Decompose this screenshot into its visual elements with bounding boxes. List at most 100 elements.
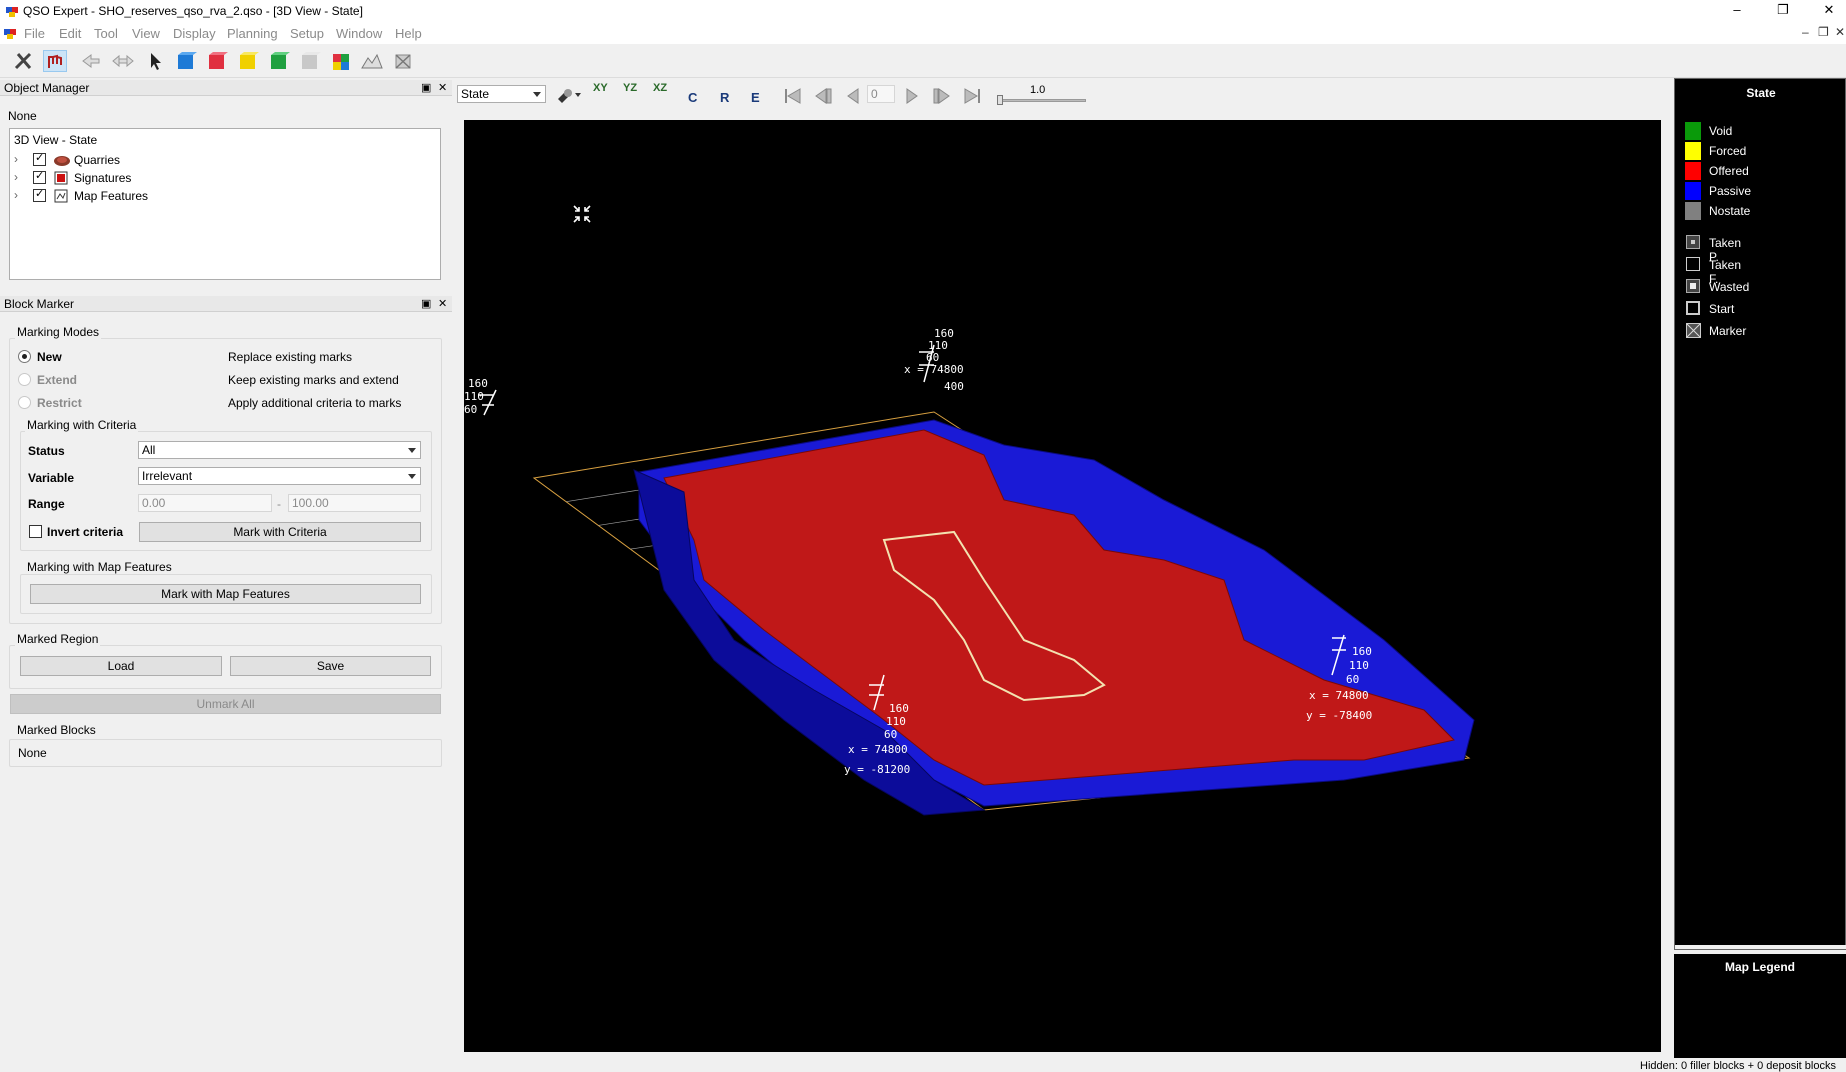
last-frame-icon[interactable] — [961, 86, 983, 109]
variable-label: Variable — [28, 471, 75, 485]
mdi-restore-button[interactable]: ❐ — [1818, 25, 1829, 39]
right-axis-label-y: y = -78400 — [1306, 709, 1372, 722]
view-e-button[interactable]: E — [751, 90, 760, 105]
red-block-icon[interactable] — [205, 50, 229, 72]
start-icon — [1686, 301, 1700, 315]
tree-root-label: 3D View - State — [14, 133, 98, 147]
close-icon[interactable]: ✕ — [438, 296, 447, 312]
view-xy-button[interactable]: XY — [593, 82, 608, 94]
frame-spinbox[interactable]: 0 — [867, 85, 895, 103]
multicolor-block-icon[interactable] — [329, 50, 353, 72]
menu-edit[interactable]: Edit — [59, 26, 81, 41]
tools-icon[interactable] — [12, 50, 36, 72]
mode-extend-radio[interactable] — [18, 373, 31, 386]
map-features-checkbox[interactable] — [33, 187, 46, 202]
flashlight-icon[interactable] — [554, 85, 582, 108]
signatures-checkbox[interactable] — [33, 169, 46, 184]
view-c-button[interactable]: C — [688, 90, 697, 105]
next-frame-icon[interactable] — [901, 86, 923, 109]
minimize-button[interactable]: – — [1714, 0, 1760, 22]
mark-with-criteria-button[interactable]: Mark with Criteria — [139, 522, 421, 542]
mode-new-label[interactable]: New — [37, 350, 62, 364]
main-toolbar — [0, 44, 1846, 78]
mode-restrict-description: Apply additional criteria to marks — [228, 396, 402, 410]
frame-value: 0 — [871, 87, 878, 101]
view-xz-button[interactable]: XZ — [653, 82, 667, 94]
mdi-minimize-button[interactable]: – — [1802, 25, 1809, 39]
document-icon[interactable] — [3, 26, 17, 40]
top-axis-label-400: 400 — [944, 380, 964, 393]
menu-file[interactable]: File — [24, 26, 45, 41]
load-button[interactable]: Load — [20, 656, 222, 676]
tree-item-quarries[interactable]: › Quarries — [10, 151, 440, 169]
tree-item-signatures[interactable]: › Signatures — [10, 169, 440, 187]
range-min-input[interactable]: 0.00 — [138, 494, 272, 512]
quarries-checkbox[interactable] — [33, 151, 46, 166]
mark-with-map-features-button[interactable]: Mark with Map Features — [30, 584, 421, 604]
menu-planning[interactable]: Planning — [227, 26, 278, 41]
view-yz-button[interactable]: YZ — [623, 82, 637, 94]
scale-slider[interactable] — [998, 99, 1086, 102]
blue-block-icon[interactable] — [174, 50, 198, 72]
move-both-icon[interactable] — [111, 50, 135, 72]
invert-criteria-label[interactable]: Invert criteria — [47, 525, 123, 539]
menu-setup[interactable]: Setup — [290, 26, 324, 41]
disabled-block-icon[interactable] — [391, 50, 415, 72]
view-r-button[interactable]: R — [720, 90, 729, 105]
expand-chevron-icon[interactable]: › — [14, 188, 18, 202]
mode-new-radio[interactable] — [18, 350, 31, 363]
unmark-all-button[interactable]: Unmark All — [10, 694, 441, 714]
view-toolbar: State XY YZ XZ C R E 0 1.0 — [455, 82, 1105, 110]
close-icon[interactable]: ✕ — [438, 80, 447, 96]
float-icon[interactable]: ▣ — [421, 80, 431, 96]
mdi-close-button[interactable]: ✕ — [1835, 25, 1845, 39]
hand-select-icon[interactable] — [43, 50, 67, 72]
taken-p-icon — [1686, 235, 1700, 249]
prev-frame-icon[interactable] — [842, 86, 864, 109]
fit-view-icon[interactable] — [573, 205, 591, 223]
object-tree[interactable]: 3D View - State › Quarries › Signatures … — [9, 128, 441, 280]
pointer-icon[interactable] — [143, 50, 167, 72]
invert-criteria-checkbox[interactable] — [29, 525, 42, 538]
close-button[interactable]: ✕ — [1806, 0, 1846, 22]
mode-extend-label[interactable]: Extend — [37, 373, 77, 387]
app-logo-icon — [6, 7, 18, 17]
3d-viewport[interactable]: 160 110 60 x = 74800 400 160 110 60 160 … — [464, 120, 1661, 1052]
menu-window[interactable]: Window — [336, 26, 382, 41]
save-button[interactable]: Save — [230, 656, 431, 676]
menu-view[interactable]: View — [132, 26, 160, 41]
range-label: Range — [28, 497, 65, 511]
terrain-icon[interactable] — [360, 50, 384, 72]
float-icon[interactable]: ▣ — [421, 296, 431, 312]
move-left-icon[interactable] — [79, 50, 103, 72]
range-max-input[interactable]: 100.00 — [288, 494, 421, 512]
3d-scene[interactable]: 160 110 60 x = 74800 400 160 110 60 160 … — [464, 120, 1661, 1052]
scale-slider-handle[interactable] — [997, 95, 1003, 105]
view-mode-select[interactable]: State — [457, 85, 546, 103]
variable-select[interactable]: Irrelevant — [138, 467, 421, 485]
expand-chevron-icon[interactable]: › — [14, 152, 18, 166]
expand-chevron-icon[interactable]: › — [14, 170, 18, 184]
menu-tool[interactable]: Tool — [94, 26, 118, 41]
prev-step-icon[interactable] — [812, 86, 834, 109]
object-manager-title: Object Manager — [4, 81, 90, 95]
status-select[interactable]: All — [138, 441, 421, 459]
tree-item-label: Quarries — [74, 153, 121, 167]
menu-help[interactable]: Help — [395, 26, 422, 41]
next-step-icon[interactable] — [931, 86, 953, 109]
menu-display[interactable]: Display — [173, 26, 216, 41]
tree-item-map-features[interactable]: › Map Features — [10, 187, 440, 205]
dropdown-arrow-icon — [408, 448, 416, 453]
first-frame-icon[interactable] — [782, 86, 804, 109]
left-axis-label-160: 160 — [468, 377, 488, 390]
maximize-button[interactable]: ❐ — [1760, 0, 1806, 22]
swatch — [1685, 202, 1701, 220]
ore-body — [633, 419, 1475, 816]
yellow-block-icon[interactable] — [236, 50, 260, 72]
gray-block-icon[interactable] — [298, 50, 322, 72]
green-block-icon[interactable] — [267, 50, 291, 72]
mode-restrict-radio[interactable] — [18, 396, 31, 409]
tree-item-label: Map Features — [74, 189, 149, 203]
marked-region-label: Marked Region — [15, 632, 101, 646]
mode-restrict-label[interactable]: Restrict — [37, 396, 82, 410]
